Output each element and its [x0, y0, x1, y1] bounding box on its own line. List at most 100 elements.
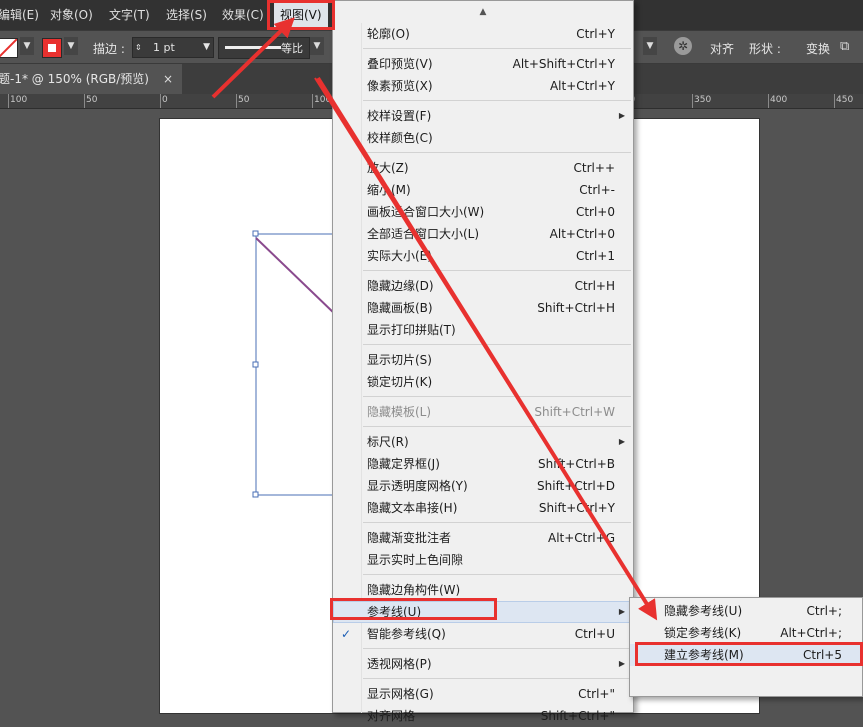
submenu-item[interactable]: 锁定参考线(K) Alt+Ctrl+;	[630, 622, 862, 644]
menu-item[interactable]: 缩小(M) Ctrl+-	[333, 179, 633, 201]
menu-item-shortcut: Shift+Ctrl+B	[538, 457, 615, 471]
menu-item[interactable]: 标尺(R) ▶	[333, 431, 633, 453]
menu-item[interactable]: 隐藏定界框(J) Shift+Ctrl+B	[333, 453, 633, 475]
menu-item-shortcut: Ctrl+Y	[576, 27, 615, 41]
menu-item-label: 显示实时上色间隙	[367, 553, 464, 567]
menu-separator	[363, 48, 631, 49]
menu-item-label: 隐藏画板(B)	[367, 301, 433, 315]
menu-item[interactable]: 隐藏文本串接(H) Shift+Ctrl+Y	[333, 497, 633, 519]
menu-item-label: 画板适合窗口大小(W)	[367, 205, 485, 219]
menu-item[interactable]: 显示打印拼贴(T)	[333, 319, 633, 341]
submenu-item-label: 锁定参考线(K)	[664, 626, 742, 640]
menu-item-label: 轮廓(O)	[367, 27, 410, 41]
menu-item-label: 标尺(R)	[367, 435, 409, 449]
menu-item[interactable]: 隐藏边缘(D) Ctrl+H	[333, 275, 633, 297]
bounding-box[interactable]	[255, 233, 337, 496]
annotation-highlight-make-guides	[635, 642, 863, 666]
menu-item-label: 校样颜色(C)	[367, 131, 433, 145]
annotation-highlight-view-menu	[267, 0, 335, 30]
menu-item[interactable]: 锁定切片(K)	[333, 371, 633, 393]
menu-item[interactable]: 显示网格(G) Ctrl+"	[333, 683, 633, 705]
menu-item-label: 缩小(M)	[367, 183, 411, 197]
submenu-arrow-icon: ▶	[618, 659, 625, 668]
menu-item-label: 透视网格(P)	[367, 657, 432, 671]
menu-item[interactable]: 全部适合窗口大小(L) Alt+Ctrl+0	[333, 223, 633, 245]
menu-separator	[363, 678, 631, 679]
bounding-handle[interactable]	[252, 230, 259, 237]
menu-item-label: 对齐网格	[367, 709, 416, 723]
menu-item-label: 智能参考线(Q)	[367, 627, 446, 641]
menu-separator	[363, 574, 631, 575]
menu-item[interactable]: 像素预览(X) Alt+Ctrl+Y	[333, 75, 633, 97]
menu-item-label: 显示切片(S)	[367, 353, 432, 367]
menu-item[interactable]: ✓ 智能参考线(Q) Ctrl+U	[333, 623, 633, 645]
menu-item-shortcut: Ctrl+-	[579, 183, 615, 197]
menu-item[interactable]: 画板适合窗口大小(W) Ctrl+0	[333, 201, 633, 223]
menu-item-label: 隐藏渐变批注者	[367, 531, 452, 545]
menu-item: 隐藏模板(L) Shift+Ctrl+W	[333, 401, 633, 423]
menu-item-shortcut: Ctrl+"	[578, 687, 615, 701]
menu-separator	[363, 270, 631, 271]
menu-item[interactable]: 显示透明度网格(Y) Shift+Ctrl+D	[333, 475, 633, 497]
menu-item-label: 锁定切片(K)	[367, 375, 433, 389]
menu-item-label: 隐藏边缘(D)	[367, 279, 434, 293]
menu-item-shortcut: Shift+Ctrl+Y	[538, 501, 615, 515]
menu-item-label: 显示透明度网格(Y)	[367, 479, 468, 493]
menu-item-label: 隐藏模板(L)	[367, 405, 432, 419]
menu-item[interactable]: 显示实时上色间隙	[333, 549, 633, 571]
menu-item[interactable]: 轮廓(O) Ctrl+Y	[333, 23, 633, 45]
submenu-arrow-icon: ▶	[618, 437, 625, 446]
menu-item[interactable]: 校样颜色(C)	[333, 127, 633, 149]
menu-item-shortcut: Alt+Ctrl+Y	[549, 79, 615, 93]
menu-item-shortcut: Ctrl+U	[574, 627, 615, 641]
submenu-item-shortcut: Ctrl+;	[806, 604, 842, 618]
menu-item-label: 显示打印拼贴(T)	[367, 323, 456, 337]
menu-separator	[363, 426, 631, 427]
menu-item[interactable]: 对齐网格 Shift+Ctrl+"	[333, 705, 633, 727]
menu-item-label: 放大(Z)	[367, 161, 409, 175]
menu-item-shortcut: Shift+Ctrl+W	[534, 405, 615, 419]
menu-item-shortcut: Ctrl+0	[575, 205, 615, 219]
menu-item-shortcut: Shift+Ctrl+H	[537, 301, 615, 315]
menu-item-label: 隐藏定界框(J)	[367, 457, 440, 471]
bounding-handle[interactable]	[252, 361, 259, 368]
menu-item[interactable]: 实际大小(E) Ctrl+1	[333, 245, 633, 267]
submenu-item-label: 隐藏参考线(U)	[664, 604, 743, 618]
menu-item-shortcut: Ctrl+1	[575, 249, 615, 263]
menu-separator	[363, 100, 631, 101]
submenu-arrow-icon: ▶	[618, 111, 625, 120]
menu-item-label: 像素预览(X)	[367, 79, 433, 93]
menu-item-shortcut: Ctrl+H	[574, 279, 615, 293]
submenu-arrow-icon: ▶	[618, 607, 625, 616]
bounding-handle[interactable]	[252, 491, 259, 498]
menu-separator	[363, 396, 631, 397]
menu-item[interactable]: 叠印预览(V) Alt+Shift+Ctrl+Y	[333, 53, 633, 75]
menu-item[interactable]: 显示切片(S)	[333, 349, 633, 371]
submenu-item-shortcut: Alt+Ctrl+;	[780, 626, 842, 640]
menu-item-label: 全部适合窗口大小(L)	[367, 227, 480, 241]
menu-item-shortcut: Alt+Ctrl+G	[547, 531, 615, 545]
menu-item-label: 实际大小(E)	[367, 249, 432, 263]
annotation-highlight-guides	[330, 598, 497, 620]
menu-item-shortcut: Alt+Shift+Ctrl+Y	[512, 57, 615, 71]
menu-item-label: 显示网格(G)	[367, 687, 434, 701]
menu-item-shortcut: Alt+Ctrl+0	[549, 227, 615, 241]
menu-item[interactable]: 隐藏画板(B) Shift+Ctrl+H	[333, 297, 633, 319]
purple-path[interactable]	[255, 237, 337, 316]
menu-item[interactable]: 透视网格(P) ▶	[333, 653, 633, 675]
menu-separator	[363, 152, 631, 153]
menu-item[interactable]: 隐藏渐变批注者 Alt+Ctrl+G	[333, 527, 633, 549]
menu-item-label: 校样设置(F)	[367, 109, 432, 123]
menu-separator	[363, 522, 631, 523]
scroll-up-arrow-icon[interactable]: ▲	[333, 1, 633, 23]
menu-item-shortcut: Shift+Ctrl+"	[540, 709, 615, 723]
menu-item-shortcut: Shift+Ctrl+D	[537, 479, 615, 493]
menu-item-label: 隐藏文本串接(H)	[367, 501, 458, 515]
menu-item-shortcut: Ctrl++	[573, 161, 615, 175]
menu-separator	[363, 344, 631, 345]
menu-item[interactable]: 校样设置(F) ▶	[333, 105, 633, 127]
submenu-item[interactable]: 隐藏参考线(U) Ctrl+;	[630, 600, 862, 622]
menu-item-label: 叠印预览(V)	[367, 57, 433, 71]
check-icon: ✓	[341, 627, 352, 641]
menu-item[interactable]: 放大(Z) Ctrl++	[333, 157, 633, 179]
